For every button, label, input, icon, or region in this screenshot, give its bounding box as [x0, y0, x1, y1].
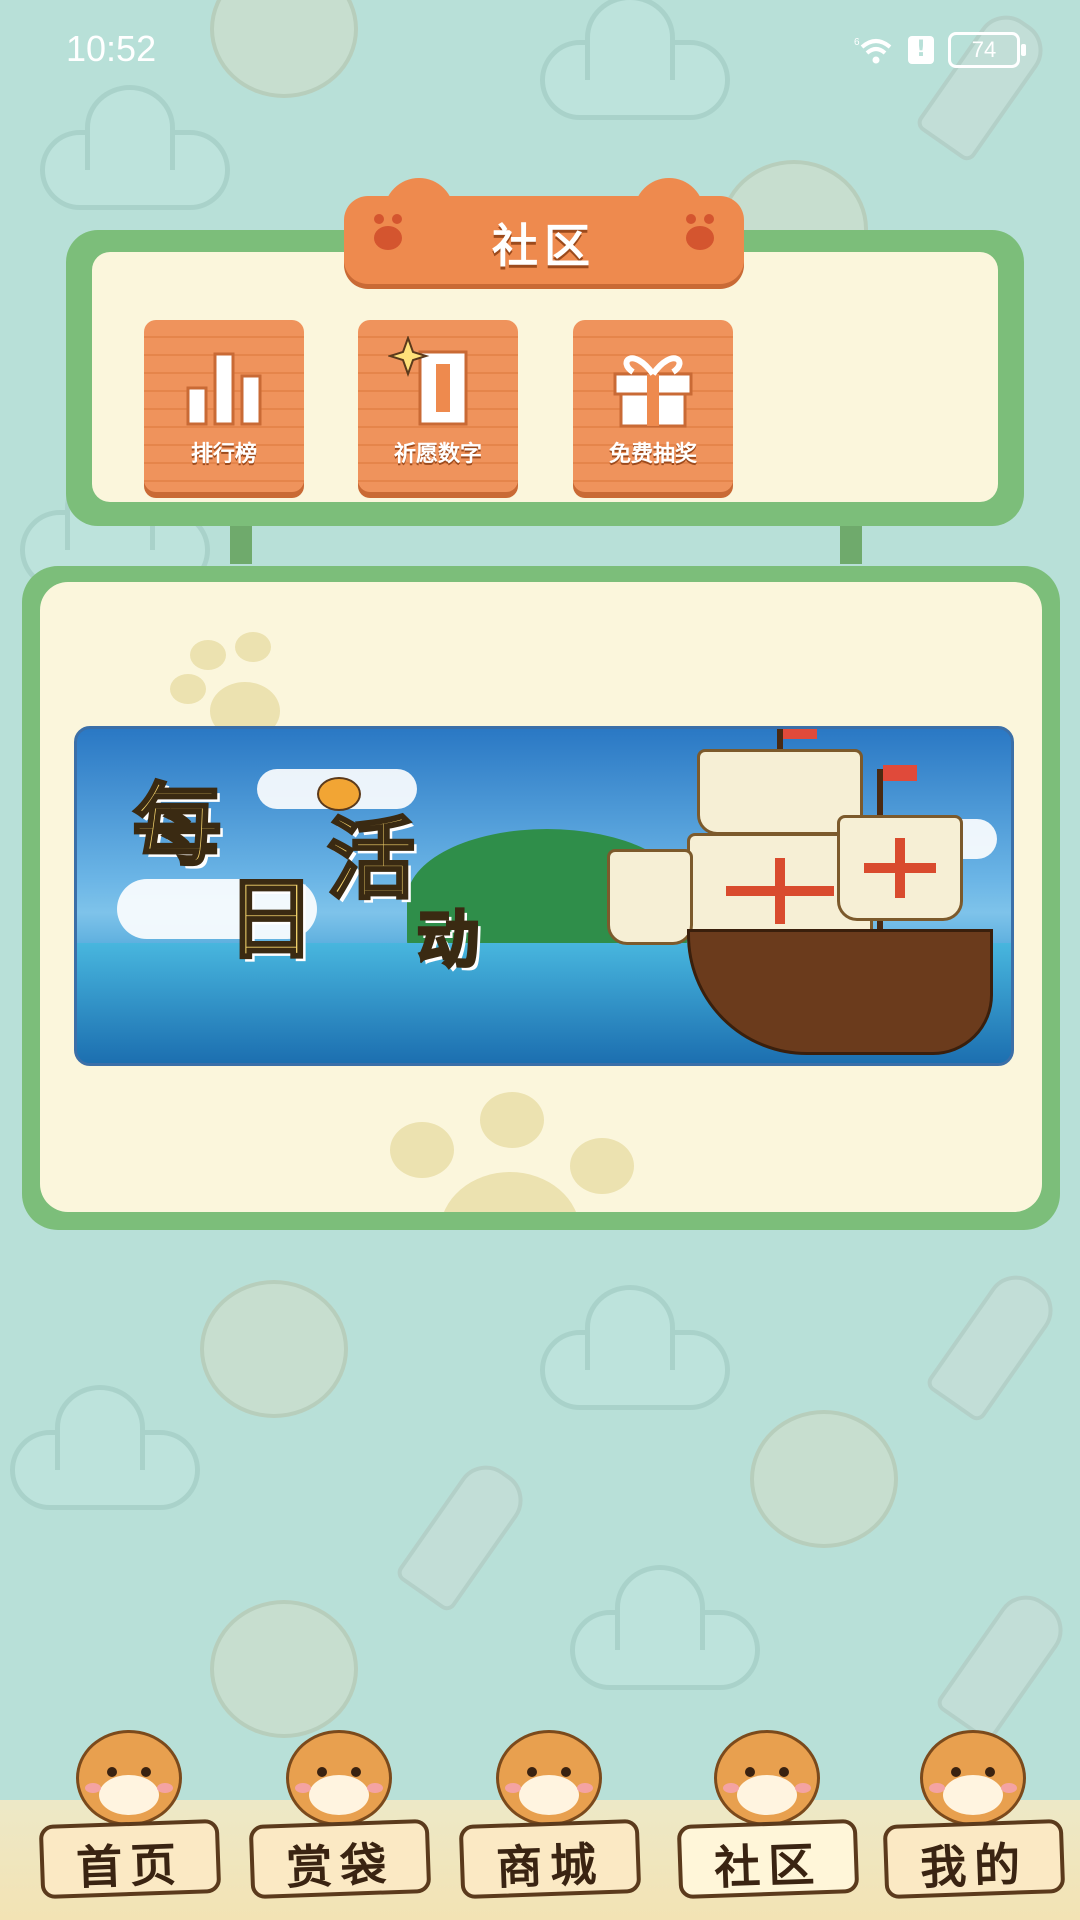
shiba-avatar-icon [920, 1730, 1026, 1826]
bottom-nav: 首页 赏袋 商城 社区 我的 [0, 1730, 1080, 1920]
panel-post [230, 520, 252, 564]
cloud-decoration [570, 1565, 760, 1690]
nav-label: 赏袋 [285, 1837, 396, 1895]
dog-decoration [750, 1410, 898, 1548]
banner-char: 动 [415, 902, 480, 978]
panel-post [840, 520, 862, 564]
paw-decoration [440, 1172, 580, 1212]
leaderboard-tile[interactable]: 排行榜 [144, 320, 304, 492]
nav-sign: 社区 [676, 1818, 860, 1900]
bar-chart-icon [186, 352, 262, 426]
shiba-avatar-icon [286, 1730, 392, 1826]
nav-community[interactable]: 社区 [674, 1726, 860, 1900]
nav-mine[interactable]: 我的 [880, 1726, 1066, 1900]
tile-label: 排行榜 [190, 442, 257, 467]
paw-decoration [480, 1092, 544, 1148]
nav-label: 社区 [713, 1837, 824, 1895]
rocket-decoration [923, 1263, 1065, 1425]
paw-icon [686, 214, 714, 250]
nav-shop[interactable]: 商城 [456, 1726, 642, 1900]
nav-sign: 赏袋 [248, 1818, 432, 1900]
wifi-icon: 6 [854, 37, 892, 64]
paw-decoration [170, 674, 206, 704]
paw-decoration [570, 1138, 634, 1194]
community-title: 社区 [492, 219, 596, 273]
shiba-avatar-icon [496, 1730, 602, 1826]
cloud-decoration [540, 1285, 730, 1410]
nav-sign: 首页 [38, 1818, 222, 1900]
nav-label: 商城 [495, 1837, 606, 1895]
wish-number-tile[interactable]: 祈愿数字 [358, 320, 518, 492]
status-icons: 6 ! 74 [854, 32, 1026, 68]
rocket-decoration [393, 1453, 535, 1615]
gift-icon [613, 355, 693, 428]
cloud-decoration [10, 1385, 200, 1510]
ship-sail [607, 849, 693, 945]
shiba-avatar-icon [76, 1730, 182, 1826]
daily-activity-banner[interactable]: 每 活 日 动 [74, 726, 1014, 1066]
tile-label: 祈愿数字 [393, 442, 482, 467]
battery-level: 74 [971, 37, 997, 62]
ship-flag [883, 765, 917, 781]
wish-number-icon [388, 336, 468, 426]
nav-reward-bag[interactable]: 赏袋 [246, 1726, 432, 1900]
tile-label: 免费抽奖 [608, 442, 697, 467]
banner-char: 日 [225, 867, 316, 973]
nav-home[interactable]: 首页 [36, 1726, 222, 1900]
rocket-decoration [933, 1583, 1075, 1745]
nav-sign: 商城 [458, 1818, 642, 1900]
nav-sign: 我的 [882, 1818, 1066, 1900]
battery-icon: 74 [948, 32, 1026, 68]
cloud-decoration [40, 85, 230, 210]
nav-label: 首页 [75, 1837, 186, 1895]
free-lottery-tile[interactable]: 免费抽奖 [573, 320, 733, 492]
dog-decoration [210, 1600, 358, 1738]
nav-label: 我的 [919, 1837, 1030, 1895]
paw-decoration [190, 640, 226, 670]
shiba-avatar-icon [714, 1730, 820, 1826]
alert-icon: ! [908, 36, 934, 64]
ship-flag [783, 729, 817, 739]
ship-sail [837, 815, 963, 921]
paw-icon [317, 777, 361, 811]
status-time: 10:52 [66, 28, 157, 69]
dog-decoration [200, 1280, 348, 1418]
paw-decoration [235, 632, 271, 662]
status-bar: 10:52 6 ! 74 [0, 0, 1080, 100]
network-label: 6 [854, 37, 860, 48]
paw-decoration [390, 1122, 454, 1178]
banner-char: 每 [131, 773, 222, 879]
community-title-banner: 社区 [344, 178, 744, 284]
